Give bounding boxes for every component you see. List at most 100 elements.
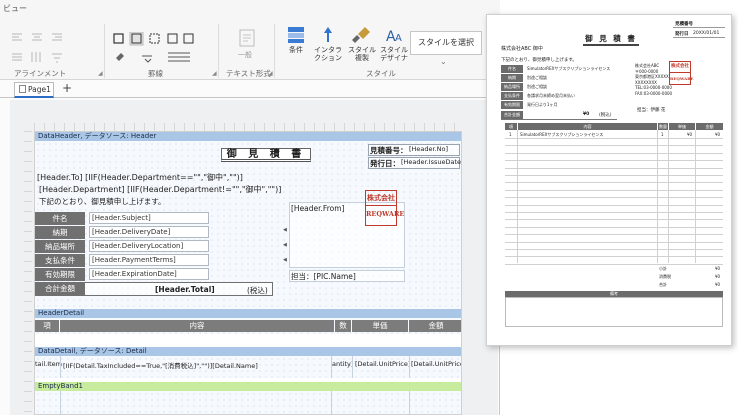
- preview-table-row-line: [505, 249, 723, 250]
- band-data-header[interactable]: DataHeader, データソース: Header: [35, 132, 461, 141]
- field-subject[interactable]: [Header.Subject]: [89, 212, 209, 224]
- label-payment-terms[interactable]: 支払条件: [35, 254, 85, 267]
- company-stamp: 株式会社 REQWARE: [365, 190, 404, 226]
- style-copy-button[interactable]: スタイル 複製: [346, 26, 378, 62]
- label-total[interactable]: 合計金額: [35, 282, 85, 296]
- preview-grand-total-value: ¥0: [715, 282, 721, 287]
- preview-total-value: ¥0: [583, 112, 590, 117]
- preview-label-delivery-location: 納品場所: [501, 83, 523, 91]
- chevron-down-icon[interactable]: ⌄: [440, 57, 447, 66]
- condition-button[interactable]: 条件: [280, 26, 312, 54]
- col-header-unit-price[interactable]: 単価: [352, 320, 408, 332]
- preview-table-row-line: [505, 226, 723, 228]
- preview-tax-value: ¥0: [715, 274, 721, 279]
- text-format-dialog-launcher-icon[interactable]: ◢: [268, 70, 273, 77]
- preview-intro: 下記のとおり、御見積申し上げます。: [501, 58, 577, 63]
- condition-icon: [288, 27, 304, 43]
- resize-handle-icon[interactable]: ◀: [283, 227, 287, 233]
- column-divider: [409, 391, 410, 414]
- field-delivery-location[interactable]: [Header.DeliveryLocation]: [89, 240, 209, 252]
- preview-label-subject: 件名: [501, 65, 523, 73]
- column-divider: [60, 391, 61, 414]
- detail-name-field[interactable]: [IIF(Detail.TaxIncluded==True,"[消費税込]","…: [63, 360, 258, 370]
- col-header-amount[interactable]: 金額: [409, 320, 461, 332]
- text-format-icon[interactable]: [236, 28, 258, 48]
- interaction-icon: [324, 27, 332, 42]
- detail-qty-field[interactable]: antity]: [332, 360, 353, 368]
- report-title[interactable]: 御 見 積 書: [221, 148, 311, 162]
- tax-note: (税込): [247, 286, 268, 295]
- field-total[interactable]: [Header.Total]: [155, 285, 215, 294]
- preview-item-no: 1: [509, 132, 512, 137]
- preview-table-row-line: [505, 212, 723, 213]
- preview-label-total: 合計金額: [501, 111, 523, 119]
- meta-divider: [673, 27, 725, 28]
- preview-value-payment-terms: 各請求月末締め翌月末払い: [527, 93, 575, 98]
- preview-label-payment-terms: 支払条件: [501, 92, 523, 100]
- issue-date-field[interactable]: [Header.IssueDate]: [401, 158, 461, 166]
- label-expiration-date[interactable]: 有効期限: [35, 268, 85, 281]
- preview-to: 株式会社ABC 御中: [501, 46, 543, 52]
- label-delivery-date[interactable]: 納期: [35, 226, 85, 239]
- estimate-no-field[interactable]: [Header.No]: [409, 145, 448, 153]
- preview-col-no: 項: [505, 123, 517, 130]
- border-dialog-launcher-icon[interactable]: ◢: [212, 70, 217, 77]
- field-payment-terms[interactable]: [Header.PaymentTerms]: [89, 254, 209, 266]
- intro-text[interactable]: 下記のとおり、御見積申し上げます。: [39, 196, 165, 207]
- field-delivery-date[interactable]: [Header.DeliveryDate]: [89, 226, 209, 238]
- preview-value-subject: SimulatorREXサブスクリプションライセンス: [527, 66, 611, 71]
- horizontal-ruler: [34, 123, 462, 131]
- preview-col-amount: 金額: [696, 123, 723, 130]
- preview-col-qty: 数量: [658, 123, 668, 130]
- col-header-content[interactable]: 内容: [60, 320, 334, 332]
- alignment-dialog-launcher-icon[interactable]: ◢: [98, 70, 103, 77]
- preview-table-row-line: [505, 167, 723, 169]
- band-empty[interactable]: EmptyBand1: [35, 382, 461, 391]
- label-subject[interactable]: 件名: [35, 212, 85, 225]
- preview-item-amount: ¥0: [715, 132, 721, 137]
- detail-amount-field[interactable]: [Detail.UnitPrice]: [411, 360, 461, 368]
- detail-unit-price-field[interactable]: [Detail.UnitPrice]: [355, 360, 410, 368]
- style-designer-button[interactable]: A A スタイル デザイナ: [378, 26, 410, 62]
- estimate-preview-page: 御 見 積 書 見積番号 発行日 20XX/01/01 株式会社ABC 御中 下…: [486, 14, 732, 346]
- border-icons[interactable]: [112, 32, 202, 66]
- group-label-alignment: アラインメント: [14, 69, 67, 78]
- preview-table-column-line: [695, 130, 696, 263]
- group-label-text-format: テキスト形式: [226, 69, 271, 78]
- preview-label-expiration-date: 有効期限: [501, 101, 523, 109]
- pic-field[interactable]: 担当：[PIC.Name]: [291, 271, 356, 282]
- group-label-style: スタイル: [366, 69, 396, 78]
- issue-date-label: 発行日：: [370, 159, 400, 168]
- alignment-icons[interactable]: [10, 30, 66, 70]
- band-header-detail[interactable]: HeaderDetail: [35, 309, 461, 318]
- ribbon-tab-title[interactable]: ビュー: [3, 3, 27, 14]
- band-data-detail[interactable]: DataDetail, データソース: Detail: [35, 347, 461, 356]
- resize-handle-icon[interactable]: ◀: [283, 242, 287, 248]
- resize-handle-icon[interactable]: ◀: [283, 257, 287, 263]
- column-divider: [60, 356, 61, 378]
- preview-company-stamp: 株式会社 REQWARE: [669, 61, 694, 85]
- col-header-qty[interactable]: 数: [335, 320, 351, 332]
- preview-col-content: 内容: [518, 123, 657, 130]
- preview-value-delivery-date: 別途ご相談: [527, 75, 547, 80]
- text-format-general-label: 一般: [238, 51, 252, 59]
- preview-tax-label: 消費税: [659, 274, 671, 279]
- empty-band-area: [35, 391, 461, 414]
- department-field[interactable]: [Header.Department] [IIF(Header.Departme…: [39, 184, 281, 195]
- tab-page1[interactable]: Page1: [14, 82, 54, 98]
- preview-table-row-line: [505, 182, 723, 184]
- label-delivery-location[interactable]: 納品場所: [35, 240, 85, 253]
- from-field[interactable]: [Header.From]: [291, 204, 344, 213]
- preview-grand-total-label: 合計: [659, 282, 667, 287]
- interaction-button[interactable]: インタラ クション: [312, 26, 344, 62]
- preview-item-qty: 1: [661, 132, 664, 137]
- select-style-dropdown[interactable]: スタイルを選択: [410, 31, 482, 55]
- detail-item-field[interactable]: tail.Item: [35, 360, 62, 368]
- vertical-ruler: [24, 131, 32, 415]
- field-expiration-date[interactable]: [Header.ExpirationDate]: [89, 268, 209, 280]
- preview-table-row-line: [505, 160, 723, 162]
- paintbrush-icon: [352, 27, 370, 43]
- add-page-button[interactable]: +: [62, 81, 72, 95]
- to-field[interactable]: [Header.To] [IIF(Header.Department=="","…: [37, 172, 243, 183]
- col-header-no[interactable]: 項: [35, 320, 59, 332]
